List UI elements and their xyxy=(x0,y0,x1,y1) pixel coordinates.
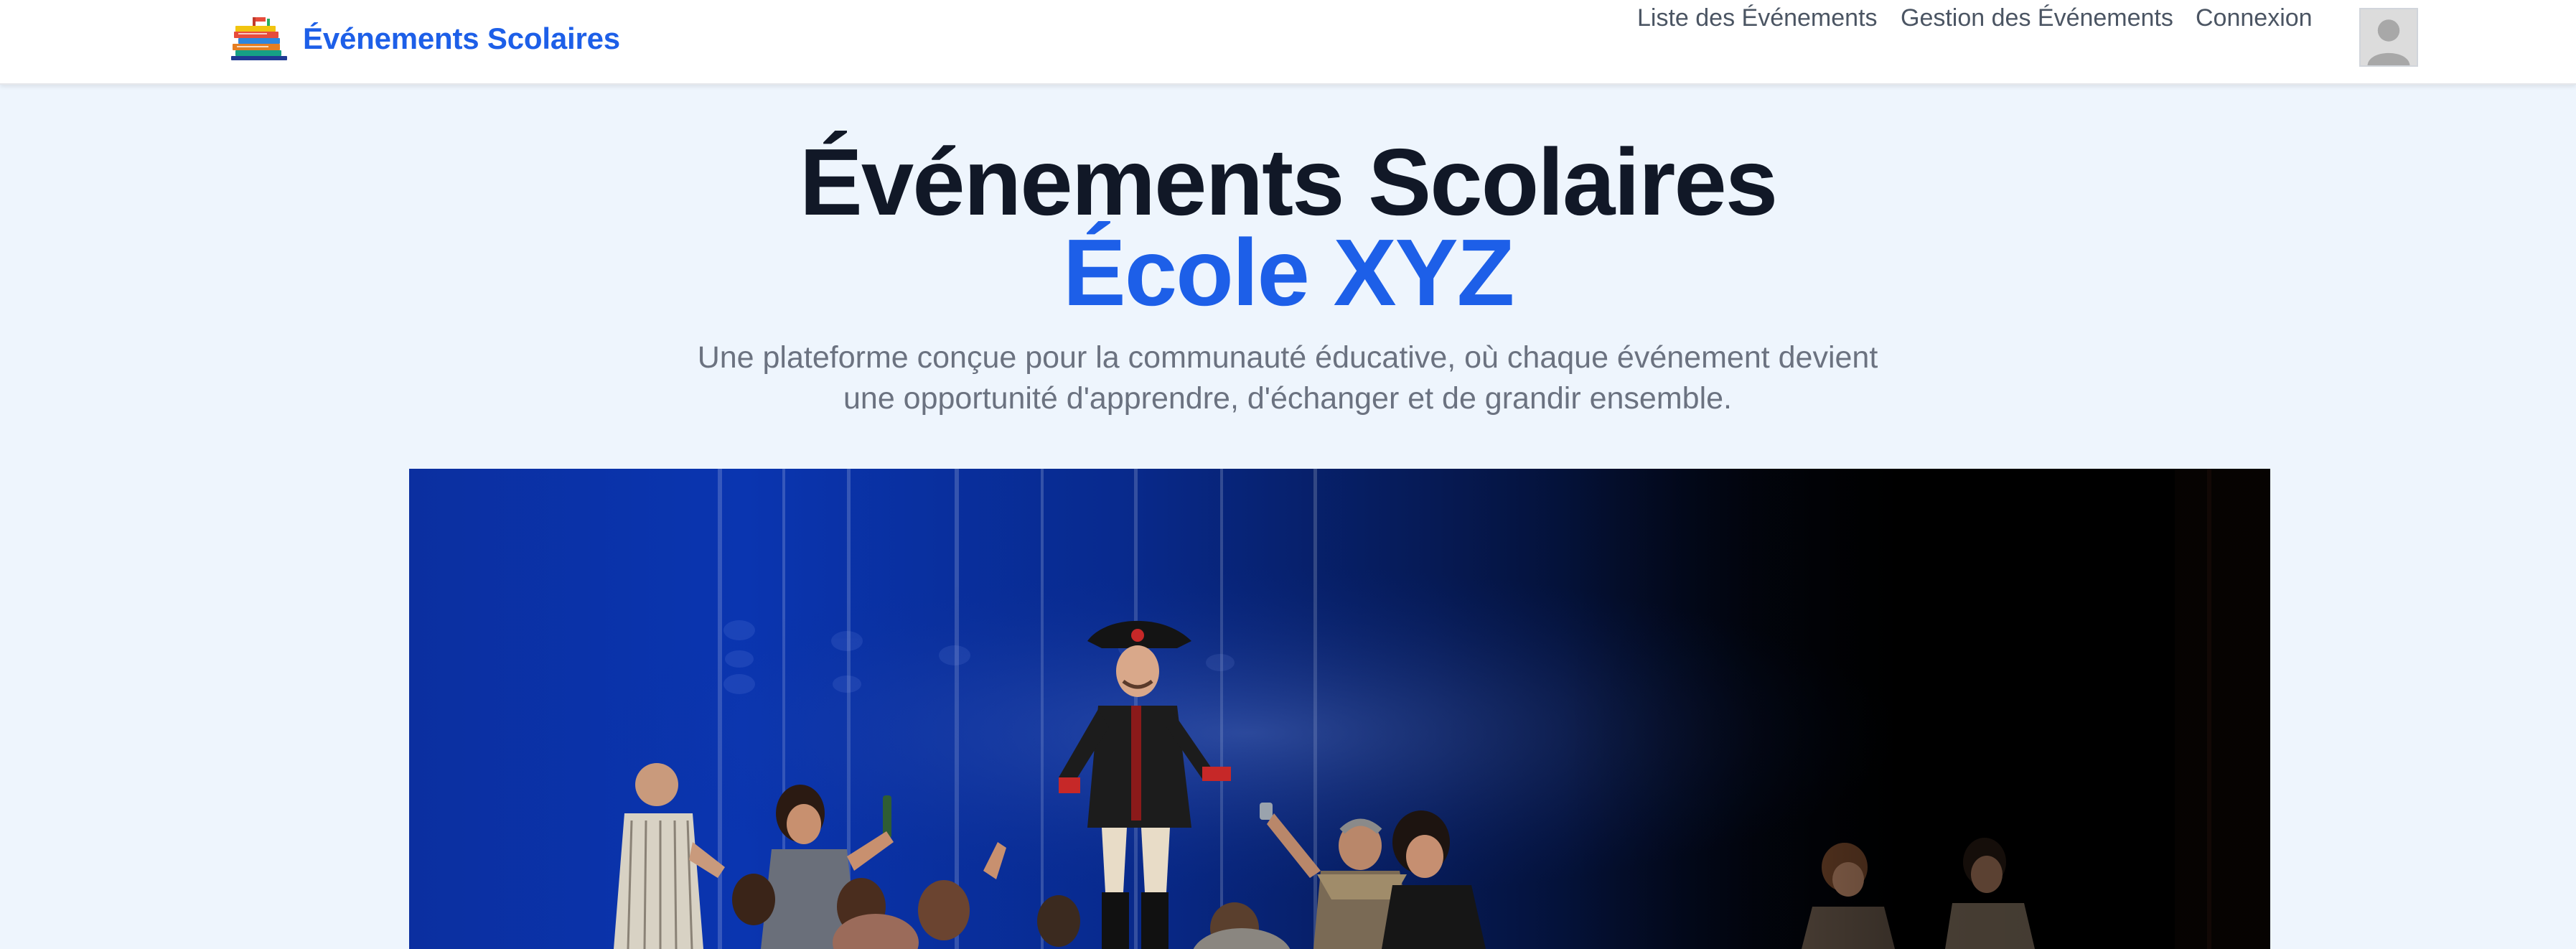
nav-link-events-list[interactable]: Liste des Événements xyxy=(1637,4,1878,32)
brand-name: Événements Scolaires xyxy=(303,22,620,55)
brand-home-link[interactable]: Événements Scolaires xyxy=(231,16,620,62)
nav-link-login[interactable]: Connexion xyxy=(2196,4,2313,32)
hero-description: Une plateforme conçue pour la communauté… xyxy=(697,340,1878,416)
stage-performance-photo xyxy=(409,469,2270,949)
hero-school-name: École XYZ xyxy=(1062,220,1515,325)
user-avatar[interactable] xyxy=(2359,8,2418,67)
books-stack-icon xyxy=(231,16,289,62)
top-navbar: Événements Scolaires Liste des Événement… xyxy=(0,0,2576,85)
user-avatar-icon xyxy=(2361,9,2417,65)
nav-link-events-management[interactable]: Gestion des Événements xyxy=(1901,4,2173,32)
hero-title: Événements Scolaires xyxy=(799,129,1778,235)
